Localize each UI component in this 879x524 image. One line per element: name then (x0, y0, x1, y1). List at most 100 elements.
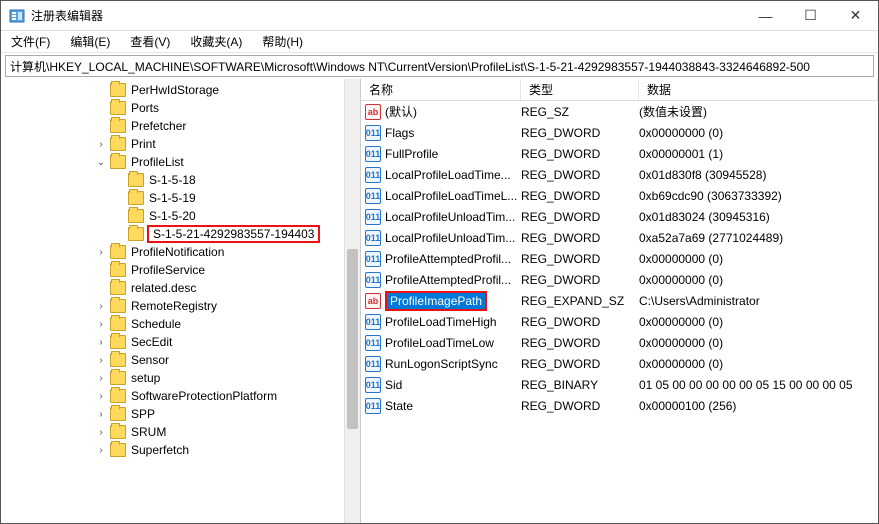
value-type: REG_BINARY (521, 378, 639, 392)
tree-item[interactable]: related.desc (1, 279, 360, 297)
menu-view[interactable]: 查看(V) (126, 31, 174, 52)
column-name[interactable]: 名称 (361, 79, 521, 100)
folder-icon (110, 245, 126, 259)
list-row[interactable]: abProfileImagePathREG_EXPAND_SZC:\Users\… (361, 290, 878, 311)
binary-value-icon: 011 (365, 356, 381, 372)
tree-item-label: SoftwareProtectionPlatform (129, 389, 279, 403)
chevron-right-icon[interactable]: › (95, 391, 107, 402)
binary-value-icon: 011 (365, 398, 381, 414)
chevron-right-icon[interactable]: › (95, 139, 107, 150)
tree-item[interactable]: › ProfileNotification (1, 243, 360, 261)
binary-value-icon: 011 (365, 314, 381, 330)
list-row[interactable]: 011StateREG_DWORD0x00000100 (256) (361, 395, 878, 416)
column-type[interactable]: 类型 (521, 79, 639, 100)
tree-item-label: S-1-5-19 (147, 191, 198, 205)
tree-item-label: ProfileNotification (129, 245, 226, 259)
tree-item[interactable]: Ports (1, 99, 360, 117)
chevron-right-icon[interactable]: › (95, 355, 107, 366)
folder-icon (128, 191, 144, 205)
tree-item[interactable]: ›SecEdit (1, 333, 360, 351)
close-button[interactable]: ✕ (833, 1, 878, 30)
value-data: 0x00000000 (0) (639, 126, 878, 140)
chevron-right-icon[interactable]: › (95, 337, 107, 348)
chevron-right-icon[interactable]: › (95, 373, 107, 384)
value-data: 0x01d83024 (30945316) (639, 210, 878, 224)
list-row[interactable]: 011ProfileLoadTimeLowREG_DWORD0x00000000… (361, 332, 878, 353)
tree-item[interactable]: ⌄ProfileList (1, 153, 360, 171)
maximize-button[interactable]: ☐ (788, 1, 833, 30)
tree-item-label: Superfetch (129, 443, 191, 457)
chevron-right-icon[interactable]: › (95, 301, 107, 312)
binary-value-icon: 011 (365, 272, 381, 288)
menu-favorites[interactable]: 收藏夹(A) (186, 31, 246, 52)
list-row[interactable]: 011LocalProfileLoadTimeL...REG_DWORD0xb6… (361, 185, 878, 206)
tree-item[interactable]: ›SRUM (1, 423, 360, 441)
tree-item[interactable]: PerHwIdStorage (1, 81, 360, 99)
value-type: REG_DWORD (521, 126, 639, 140)
list-row[interactable]: 011LocalProfileUnloadTim...REG_DWORD0xa5… (361, 227, 878, 248)
binary-value-icon: 011 (365, 251, 381, 267)
tree-item[interactable]: S-1-5-21-4292983557-194403 (1, 225, 360, 243)
tree-item[interactable]: ›setup (1, 369, 360, 387)
tree-item[interactable]: ›SPP (1, 405, 360, 423)
column-data[interactable]: 数据 (639, 79, 878, 100)
tree-item[interactable]: ›Sensor (1, 351, 360, 369)
menu-file[interactable]: 文件(F) (7, 31, 54, 52)
value-type: REG_DWORD (521, 189, 639, 203)
menu-help[interactable]: 帮助(H) (258, 31, 307, 52)
tree-item-label: RemoteRegistry (129, 299, 219, 313)
address-bar[interactable]: 计算机\HKEY_LOCAL_MACHINE\SOFTWARE\Microsof… (5, 55, 874, 77)
list-row[interactable]: 011FlagsREG_DWORD0x00000000 (0) (361, 122, 878, 143)
folder-icon (110, 155, 126, 169)
list-row[interactable]: 011SidREG_BINARY01 05 00 00 00 00 00 05 … (361, 374, 878, 395)
tree-item[interactable]: › Schedule (1, 315, 360, 333)
chevron-right-icon[interactable]: › (95, 247, 107, 258)
value-name: ProfileLoadTimeHigh (385, 315, 497, 329)
chevron-right-icon[interactable]: › (95, 319, 107, 330)
folder-icon (110, 443, 126, 457)
string-value-icon: ab (365, 104, 381, 120)
value-data: 0x01d830f8 (30945528) (639, 168, 878, 182)
value-data: 0x00000000 (0) (639, 357, 878, 371)
list-row[interactable]: 011FullProfileREG_DWORD0x00000001 (1) (361, 143, 878, 164)
tree-item[interactable]: › RemoteRegistry (1, 297, 360, 315)
value-name: FullProfile (385, 147, 438, 161)
binary-value-icon: 011 (365, 377, 381, 393)
list-row[interactable]: 011ProfileAttemptedProfil...REG_DWORD0x0… (361, 269, 878, 290)
key-tree[interactable]: PerHwIdStoragePortsPrefetcher›Print⌄Prof… (1, 79, 361, 523)
tree-item[interactable]: S-1-5-18 (1, 171, 360, 189)
tree-item[interactable]: S-1-5-20 (1, 207, 360, 225)
list-row[interactable]: 011LocalProfileUnloadTim...REG_DWORD0x01… (361, 206, 878, 227)
list-row[interactable]: 011RunLogonScriptSyncREG_DWORD0x00000000… (361, 353, 878, 374)
tree-item[interactable]: S-1-5-19 (1, 189, 360, 207)
string-value-icon: ab (365, 293, 381, 309)
value-type: REG_DWORD (521, 252, 639, 266)
tree-item[interactable]: Prefetcher (1, 117, 360, 135)
value-name: State (385, 399, 413, 413)
value-type: REG_DWORD (521, 357, 639, 371)
binary-value-icon: 011 (365, 209, 381, 225)
tree-item[interactable]: › SoftwareProtectionPlatform (1, 387, 360, 405)
menu-edit[interactable]: 编辑(E) (66, 31, 114, 52)
tree-item[interactable]: ProfileService (1, 261, 360, 279)
chevron-right-icon[interactable]: › (95, 445, 107, 456)
value-data: 0x00000000 (0) (639, 315, 878, 329)
tree-item[interactable]: › Superfetch (1, 441, 360, 459)
value-data: 0x00000000 (0) (639, 252, 878, 266)
list-row[interactable]: 011LocalProfileLoadTime...REG_DWORD0x01d… (361, 164, 878, 185)
list-row[interactable]: 011ProfileLoadTimeHighREG_DWORD0x0000000… (361, 311, 878, 332)
value-list[interactable]: 名称 类型 数据 ab(默认)REG_SZ(数值未设置)011FlagsREG_… (361, 79, 878, 523)
list-row[interactable]: 011 ProfileAttemptedProfil... REG_DWORD0x0… (361, 248, 878, 269)
list-row[interactable]: ab(默认)REG_SZ(数值未设置) (361, 101, 878, 122)
value-name: ProfileAttemptedProfil... (385, 252, 511, 266)
tree-item[interactable]: ›Print (1, 135, 360, 153)
chevron-right-icon[interactable]: › (95, 427, 107, 438)
list-header[interactable]: 名称 类型 数据 (361, 79, 878, 101)
tree-item-label: Schedule (129, 317, 183, 331)
chevron-down-icon[interactable]: ⌄ (95, 157, 107, 168)
minimize-button[interactable]: — (743, 1, 788, 30)
folder-icon (110, 335, 126, 349)
chevron-right-icon[interactable]: › (95, 409, 107, 420)
tree-scrollbar[interactable] (344, 79, 360, 523)
value-type: REG_DWORD (521, 336, 639, 350)
